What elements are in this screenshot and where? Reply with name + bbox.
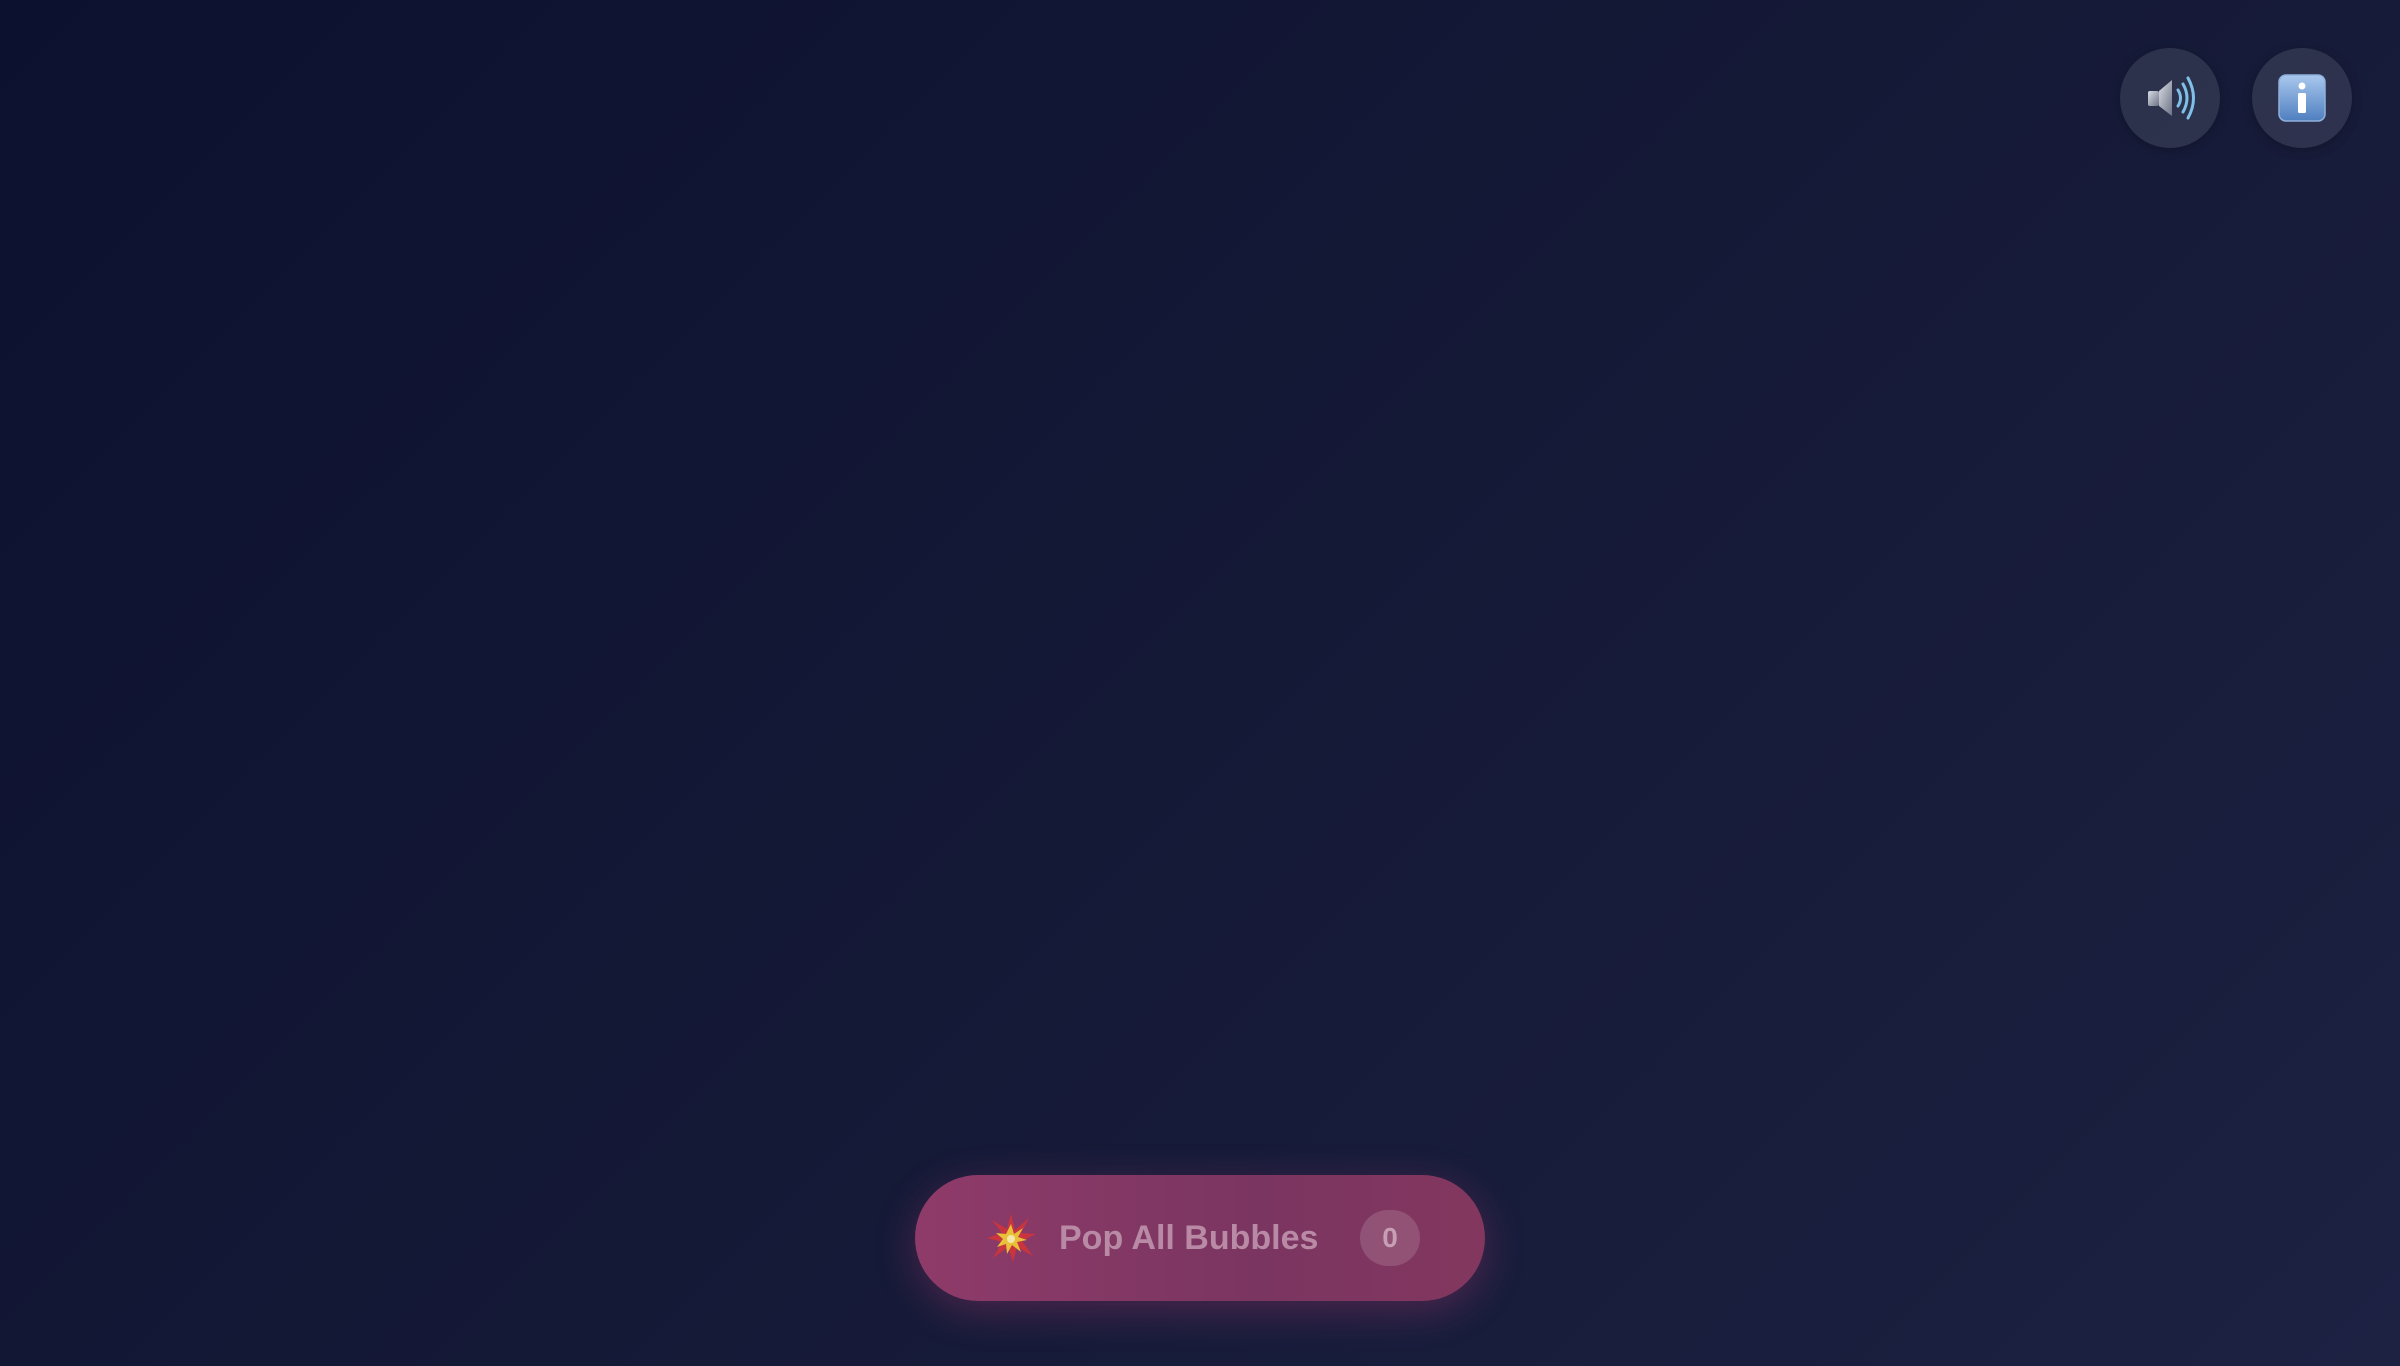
- collision-burst-icon: [987, 1214, 1036, 1262]
- pop-all-bubbles-button[interactable]: Pop All Bubbles 0: [915, 1175, 1485, 1301]
- pop-all-bubbles-label: Pop All Bubbles: [1059, 1219, 1319, 1257]
- speaker-icon: [2148, 76, 2195, 120]
- info-icon: [2278, 74, 2326, 122]
- info-button[interactable]: [2252, 48, 2352, 148]
- bubble-count-badge: 0: [1360, 1210, 1420, 1266]
- sound-toggle-button[interactable]: [2120, 48, 2220, 148]
